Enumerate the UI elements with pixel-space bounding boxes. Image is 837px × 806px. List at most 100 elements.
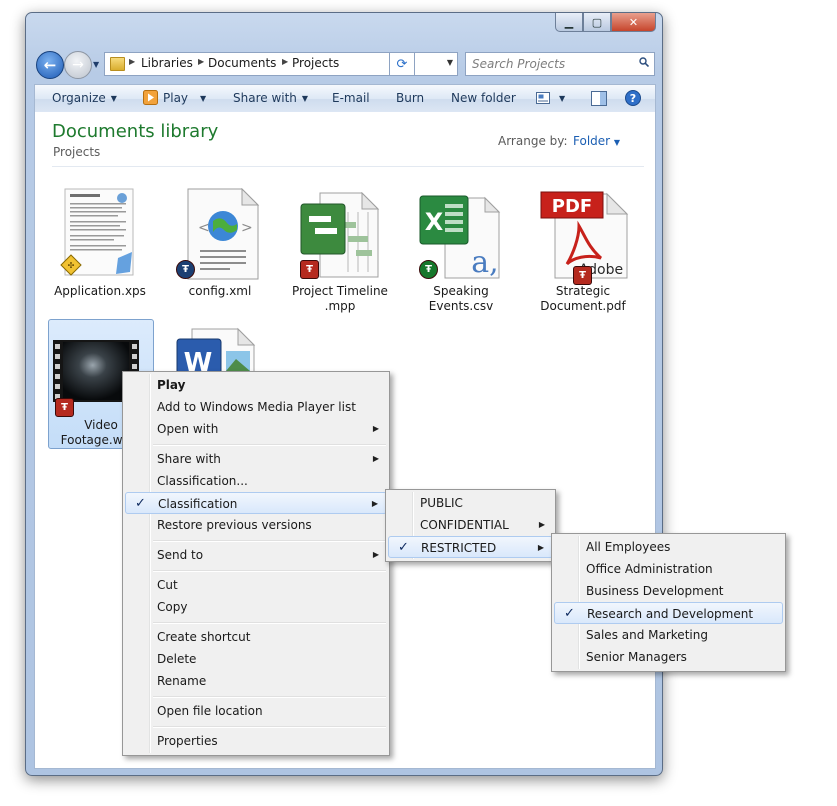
rms-green-badge-icon: Ŧ <box>419 260 438 279</box>
menu-item-restricted[interactable]: ✓ RESTRICTED ▶ <box>388 536 553 558</box>
arrange-by-label: Arrange by: <box>498 134 568 148</box>
submenu-arrow-icon: ▶ <box>538 520 545 529</box>
menu-item-copy[interactable]: Copy <box>125 596 387 618</box>
caption-buttons: ▁ ▢ ✕ <box>555 13 656 32</box>
refresh-button[interactable]: ⟳ <box>389 52 415 76</box>
back-arrow-icon: ← <box>43 56 57 74</box>
submenu-arrow-icon: ▶ <box>372 424 379 433</box>
burn-button[interactable]: Burn <box>396 91 424 105</box>
folder-icon <box>110 57 125 71</box>
search-icon <box>639 57 649 67</box>
file-label: Application.xps <box>54 284 146 298</box>
menu-item-senior-managers[interactable]: Senior Managers <box>554 646 783 668</box>
menu-item-share-with[interactable]: Share with ▶ <box>125 448 387 470</box>
xml-document-icon: < > <box>187 188 260 280</box>
file-project-timeline-mpp[interactable]: Ŧ Project Timeline .mpp <box>288 178 392 318</box>
menu-item-sales-and-marketing[interactable]: Sales and Marketing <box>554 624 783 646</box>
breadcrumb-separator-icon: ▶ <box>198 57 205 66</box>
recent-pages-dropdown[interactable]: ▼ <box>93 60 99 69</box>
menu-item-create-shortcut[interactable]: Create shortcut <box>125 626 387 648</box>
rms-blue-badge-icon: Ŧ <box>176 260 195 279</box>
menu-separator <box>153 570 386 572</box>
play-icon <box>143 90 158 105</box>
menu-item-all-employees[interactable]: All Employees <box>554 536 783 558</box>
forward-button[interactable]: → <box>64 51 92 79</box>
breadcrumb-separator-icon: ▶ <box>129 57 136 66</box>
new-folder-button[interactable]: New folder <box>451 91 516 105</box>
rms-red-badge-icon: Ŧ <box>300 260 319 279</box>
header-divider <box>52 166 644 167</box>
menu-item-business-development[interactable]: Business Development <box>554 580 783 602</box>
help-icon[interactable]: ? <box>625 90 641 106</box>
menu-item-cut[interactable]: Cut <box>125 574 387 596</box>
address-dropdown-icon[interactable]: ▼ <box>447 58 453 67</box>
navigation-bar: ← → ▼ ▶ Libraries ▶ Documents ▶ Projects… <box>34 49 655 79</box>
file-strategic-document-pdf[interactable]: PDF Adobe Ŧ Strategic Document.pdf <box>531 178 635 318</box>
back-button[interactable]: ← <box>36 51 64 79</box>
arrange-by-dropdown[interactable]: Folder ▼ <box>573 134 620 148</box>
menu-item-classification[interactable]: ✓ Classification ▶ <box>125 492 387 514</box>
file-label: Speaking Events.csv <box>428 284 494 313</box>
xps-badge-icon: ✣ <box>60 254 82 276</box>
breadcrumb-projects[interactable]: Projects <box>292 56 339 70</box>
menu-item-play[interactable]: Play <box>125 374 387 396</box>
share-with-button[interactable]: Share with ▼ <box>233 91 308 105</box>
menu-item-research-and-development[interactable]: ✓ Research and Development <box>554 602 783 624</box>
library-subtitle: Projects <box>53 145 101 159</box>
checkmark-icon: ✓ <box>398 540 409 555</box>
preview-pane-icon[interactable] <box>591 91 607 106</box>
menu-item-delete[interactable]: Delete <box>125 648 387 670</box>
search-box[interactable]: Search Projects <box>465 52 655 76</box>
file-speaking-events-csv[interactable]: a, X Ŧ Speaking Events.csv <box>409 178 513 318</box>
file-label: config.xml <box>188 284 252 298</box>
search-input[interactable]: Search Projects <box>472 57 565 71</box>
menu-item-properties[interactable]: Properties <box>125 730 387 752</box>
file-config-xml[interactable]: < > Ŧ config.xml <box>168 178 272 318</box>
breadcrumb-libraries[interactable]: Libraries <box>141 56 193 70</box>
restricted-submenu: All Employees Office Administration Busi… <box>551 533 786 672</box>
menu-separator <box>153 622 386 624</box>
view-options-icon[interactable] <box>536 92 550 104</box>
checkmark-icon: ✓ <box>564 606 575 621</box>
pdf-text: PDF <box>552 196 592 217</box>
checkmark-icon: ✓ <box>135 496 146 511</box>
file-label: Strategic Document.pdf <box>540 284 626 313</box>
menu-item-send-to[interactable]: Send to ▶ <box>125 544 387 566</box>
menu-item-rename[interactable]: Rename <box>125 670 387 692</box>
rms-red-badge-icon: Ŧ <box>55 398 74 417</box>
submenu-arrow-icon: ▶ <box>537 543 544 552</box>
menu-separator <box>153 696 386 698</box>
email-button[interactable]: E-mail <box>332 91 370 105</box>
breadcrumb-documents[interactable]: Documents <box>208 56 276 70</box>
breadcrumb-separator-icon: ▶ <box>282 57 289 66</box>
menu-item-classification-dialog[interactable]: Classification... <box>125 470 387 492</box>
minimize-button[interactable]: ▁ <box>555 13 583 32</box>
organize-button[interactable]: Organize ▼ <box>52 91 117 105</box>
menu-item-open-with[interactable]: Open with ▶ <box>125 418 387 440</box>
play-button[interactable]: Play ▼ <box>163 91 206 105</box>
svg-text:✣: ✣ <box>68 261 75 270</box>
close-button[interactable]: ✕ <box>611 13 656 32</box>
refresh-icon: ⟳ <box>396 56 408 72</box>
menu-separator <box>153 444 386 446</box>
svg-text:<: < <box>198 220 210 236</box>
submenu-arrow-icon: ▶ <box>371 499 378 508</box>
svg-text:>: > <box>241 220 253 236</box>
menu-item-confidential[interactable]: CONFIDENTIAL ▶ <box>388 514 553 536</box>
menu-item-office-administration[interactable]: Office Administration <box>554 558 783 580</box>
menu-item-public[interactable]: PUBLIC <box>388 492 553 514</box>
menu-item-open-file-location[interactable]: Open file location <box>125 700 387 722</box>
excel-letter-icon: X <box>425 208 444 236</box>
forward-arrow-icon: → <box>72 57 84 73</box>
maximize-button[interactable]: ▢ <box>583 13 611 32</box>
menu-item-add-to-wmp-list[interactable]: Add to Windows Media Player list <box>125 396 387 418</box>
csv-letter-icon: a, <box>471 245 498 280</box>
submenu-arrow-icon: ▶ <box>372 550 379 559</box>
rms-red-badge-icon: Ŧ <box>573 266 592 285</box>
view-dropdown-icon[interactable]: ▼ <box>559 91 565 105</box>
menu-item-restore-previous-versions[interactable]: Restore previous versions <box>125 514 387 536</box>
svg-text:?: ? <box>630 92 636 105</box>
file-application-xps[interactable]: ✣ Application.xps <box>48 178 152 318</box>
library-title: Documents library <box>52 121 219 142</box>
menu-separator <box>153 540 386 542</box>
